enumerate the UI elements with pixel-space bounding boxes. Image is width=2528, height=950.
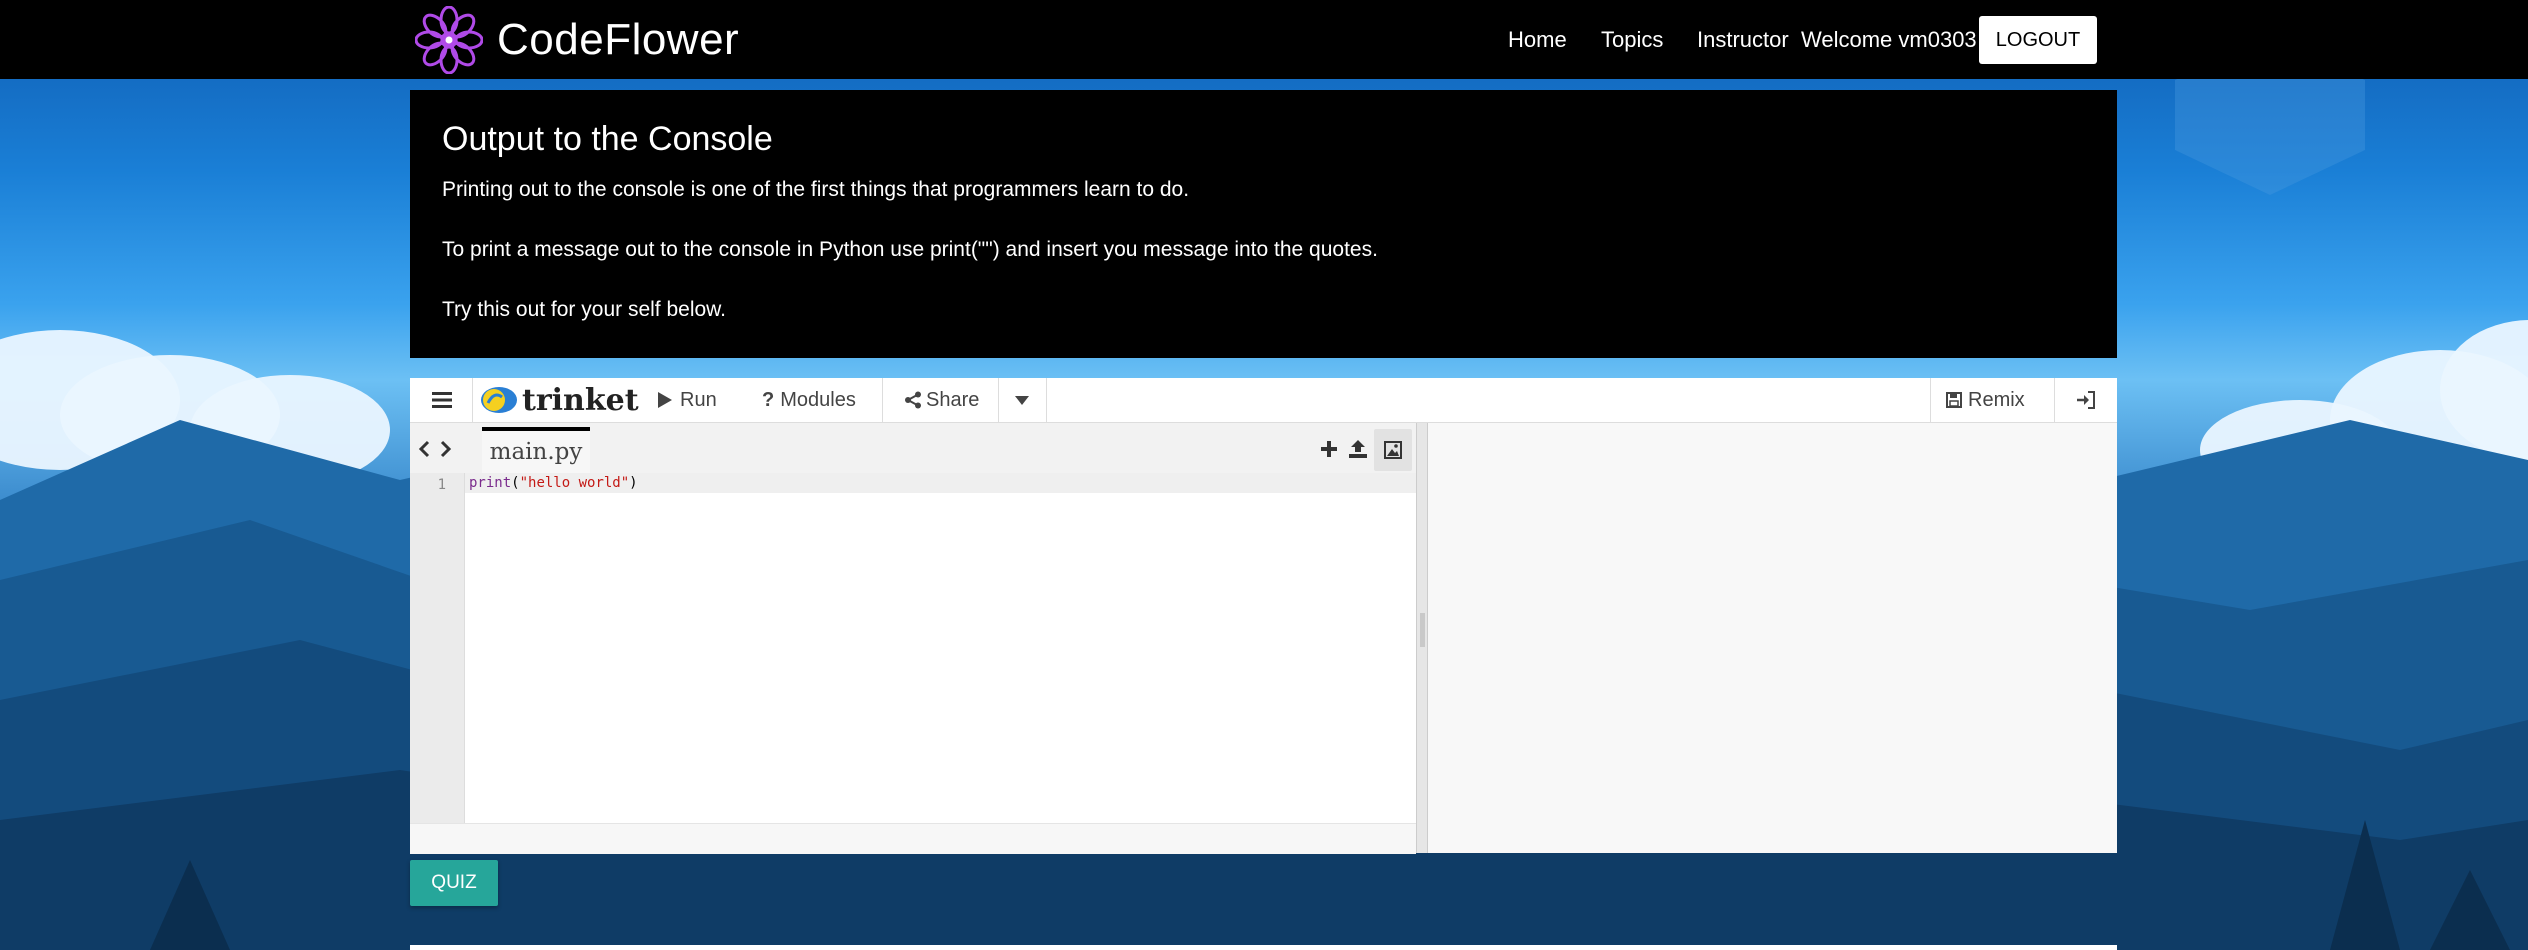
line-gutter: 1 bbox=[410, 473, 465, 823]
remix-label: Remix bbox=[1968, 388, 2025, 411]
code-function: print bbox=[469, 475, 512, 491]
play-icon bbox=[658, 392, 672, 408]
tab-main-py[interactable]: main.py bbox=[482, 427, 590, 473]
nav-instructor-link[interactable]: Instructor bbox=[1697, 27, 1789, 53]
file-tabs-bar: main.py bbox=[410, 423, 1416, 473]
trinket-toolbar: trinket Run ? Modules Share Remix bbox=[410, 378, 2117, 423]
splitter-grip[interactable] bbox=[1420, 613, 1425, 647]
horizontal-scrollbar[interactable] bbox=[410, 823, 1416, 854]
line-number: 1 bbox=[437, 477, 446, 493]
upload-icon[interactable] bbox=[1348, 439, 1368, 459]
code-paren-close: ) bbox=[629, 475, 638, 491]
lesson-paragraph: To print a message out to the console in… bbox=[442, 238, 1378, 261]
next-panel-edge bbox=[410, 945, 2117, 950]
image-icon bbox=[1384, 441, 1402, 459]
code-text-area[interactable]: print("hello world") bbox=[465, 473, 1416, 823]
flower-logo-icon bbox=[415, 6, 483, 74]
sign-in-button[interactable] bbox=[2070, 378, 2102, 422]
logout-button[interactable]: LOGOUT bbox=[1979, 16, 2097, 64]
save-icon bbox=[1946, 392, 1962, 408]
remix-button[interactable]: Remix bbox=[1946, 378, 2025, 422]
trinket-editor: trinket Run ? Modules Share Remix main.p… bbox=[410, 378, 2117, 854]
sign-in-icon bbox=[2076, 391, 2096, 409]
nav-topics-link[interactable]: Topics bbox=[1601, 27, 1663, 53]
quiz-button[interactable]: QUIZ bbox=[410, 860, 498, 906]
code-line[interactable]: print("hello world") bbox=[465, 473, 1416, 493]
lesson-panel: Output to the Console Printing out to th… bbox=[410, 90, 2117, 358]
brand[interactable]: CodeFlower bbox=[415, 5, 739, 75]
pane-splitter[interactable] bbox=[1416, 423, 1428, 853]
output-console[interactable] bbox=[1428, 423, 2117, 853]
lesson-paragraph: Printing out to the console is one of th… bbox=[442, 178, 1190, 201]
share-icon bbox=[904, 391, 922, 409]
share-label: Share bbox=[926, 388, 980, 411]
trinket-logo-text: trinket bbox=[522, 382, 639, 418]
welcome-text: Welcome vm0303 bbox=[1801, 27, 1977, 52]
more-dropdown[interactable] bbox=[1006, 378, 1038, 422]
trinket-logo-icon bbox=[480, 385, 518, 415]
code-paren-open: ( bbox=[511, 475, 520, 491]
hamburger-icon bbox=[432, 391, 452, 409]
lesson-title: Output to the Console bbox=[442, 120, 773, 158]
modules-button[interactable]: ? Modules bbox=[762, 378, 856, 422]
brand-name: CodeFlower bbox=[497, 15, 740, 64]
menu-button[interactable] bbox=[424, 378, 460, 422]
run-label: Run bbox=[680, 388, 717, 411]
share-button[interactable]: Share bbox=[904, 378, 979, 422]
caret-down-icon bbox=[1015, 395, 1029, 405]
nav-home-link[interactable]: Home bbox=[1508, 27, 1567, 53]
code-editor: main.py 1 print("hello world") bbox=[410, 423, 1416, 854]
image-library-button[interactable] bbox=[1374, 429, 1412, 471]
run-button[interactable]: Run bbox=[658, 378, 717, 422]
chevron-right-icon[interactable] bbox=[440, 440, 452, 458]
trinket-logo[interactable]: trinket bbox=[480, 378, 639, 422]
plus-icon[interactable] bbox=[1320, 440, 1338, 458]
code-string: "hello world" bbox=[519, 475, 630, 491]
question-icon: ? bbox=[762, 388, 775, 411]
modules-label: Modules bbox=[780, 388, 856, 411]
top-navbar: CodeFlower Home Topics Instructor Welcom… bbox=[0, 0, 2528, 79]
lesson-paragraph: Try this out for your self below. bbox=[442, 298, 727, 321]
chevron-left-icon[interactable] bbox=[418, 440, 430, 458]
